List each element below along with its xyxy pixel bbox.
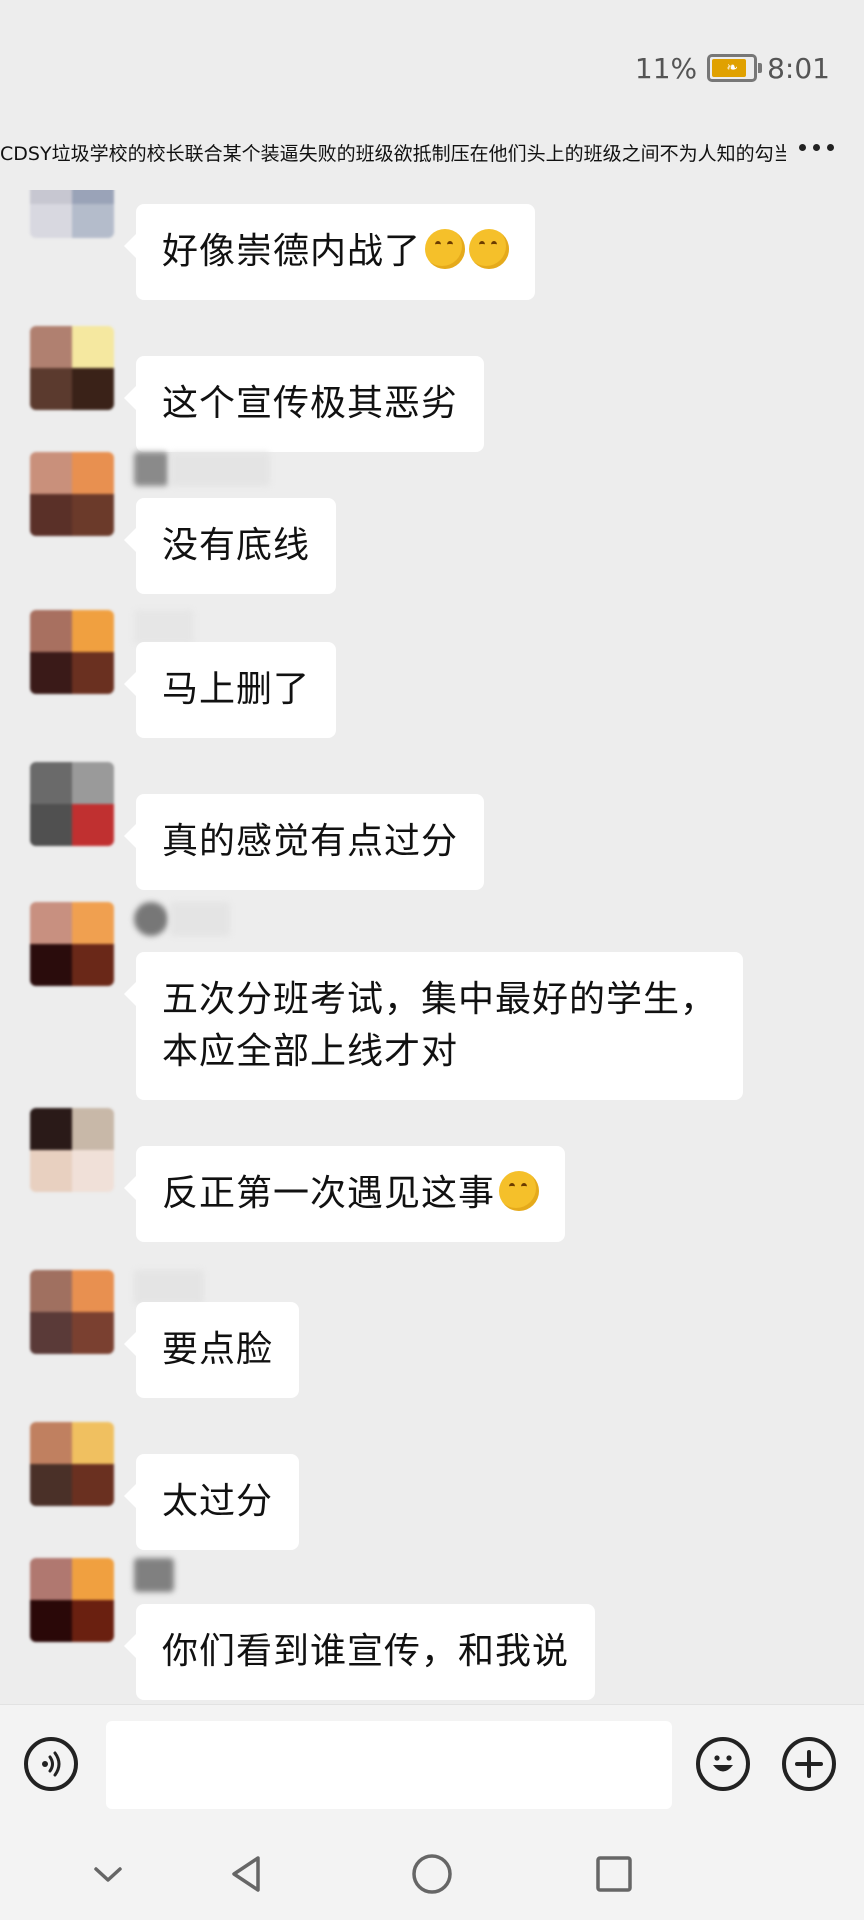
avatar[interactable] — [30, 452, 114, 536]
message-text-line: 五次分班考试，集中最好的学生， — [162, 979, 718, 1020]
nav-recents-button[interactable] — [584, 1848, 644, 1900]
sender-name — [134, 902, 168, 936]
chat-title: CDSY垃圾学校的校长联合某个装逼失败的班级欲抵制压在他们头上的班级之间不为人知… — [0, 142, 786, 165]
avatar[interactable] — [30, 1422, 114, 1506]
avatar[interactable] — [30, 1558, 114, 1642]
nav-down-button[interactable] — [78, 1848, 138, 1900]
system-navigation-bar — [0, 1828, 864, 1920]
nav-home-button[interactable] — [402, 1848, 462, 1900]
emoji-button[interactable] — [696, 1737, 750, 1791]
message-bubble[interactable]: 马上删了 — [123, 642, 337, 738]
message-text: 要点脸 — [162, 1329, 274, 1370]
avatar[interactable] — [30, 902, 114, 986]
sender-name — [134, 610, 194, 644]
message-text: 太过分 — [162, 1481, 274, 1522]
message-text: 马上删了 — [162, 669, 311, 710]
nav-home-icon — [412, 1854, 452, 1894]
message-list[interactable]: 好像崇德内战了 这个宣传极其恶劣 没有底线 马上删了 真的感觉有点过分 五次分班… — [0, 190, 864, 1702]
message-text: 好像崇德内战了 — [162, 231, 422, 272]
message-text-line: 本应全部上线才对 — [162, 1031, 459, 1072]
message-text: 反正第一次遇见这事 — [162, 1173, 496, 1214]
avatar[interactable] — [30, 1108, 114, 1192]
message-bubble[interactable]: 这个宣传极其恶劣 — [123, 356, 485, 452]
plus-icon — [795, 1750, 823, 1778]
thinking-emoji-icon — [499, 1171, 540, 1211]
message-text: 真的感觉有点过分 — [162, 821, 459, 862]
message-bubble[interactable]: 反正第一次遇见这事 — [123, 1146, 566, 1242]
sender-name — [134, 452, 168, 486]
avatar[interactable] — [30, 610, 114, 694]
sender-name — [134, 1270, 204, 1304]
sender-name — [134, 1558, 174, 1592]
add-button[interactable] — [782, 1737, 836, 1791]
message-bubble[interactable]: 真的感觉有点过分 — [123, 794, 485, 890]
more-options-icon[interactable] — [799, 144, 834, 151]
battery-percent: 11% — [634, 51, 698, 85]
input-bar — [0, 1704, 864, 1829]
sender-name — [170, 452, 270, 486]
message-text: 你们看到谁宣传，和我说 — [162, 1631, 570, 1672]
clock: 8:01 — [767, 51, 830, 85]
thinking-emoji-icon — [425, 229, 466, 269]
message-input[interactable] — [106, 1721, 672, 1809]
avatar[interactable] — [30, 326, 114, 410]
nav-back-icon — [232, 1856, 260, 1892]
nav-recents-icon — [596, 1856, 632, 1892]
message-bubble[interactable]: 你们看到谁宣传，和我说 — [123, 1604, 596, 1700]
voice-input-button[interactable] — [24, 1737, 78, 1791]
emoji-smile-icon — [713, 1755, 733, 1772]
avatar[interactable] — [30, 190, 114, 238]
nav-down-icon — [94, 1867, 122, 1882]
status-bar: 11% ❧ 8:01 — [0, 0, 864, 120]
message-text: 这个宣传极其恶劣 — [162, 383, 459, 424]
sender-name — [170, 902, 230, 936]
avatar[interactable] — [30, 1270, 114, 1354]
status-indicators: 11% ❧ 8:01 — [635, 48, 830, 88]
battery-saver-leaf-icon: ❧ — [726, 60, 738, 76]
message-bubble[interactable]: 没有底线 — [123, 498, 337, 594]
message-bubble[interactable]: 好像崇德内战了 — [123, 204, 536, 300]
avatar[interactable] — [30, 762, 114, 846]
message-bubble[interactable]: 太过分 — [123, 1454, 300, 1550]
chat-header: CDSY垃圾学校的校长联合某个装逼失败的班级欲抵制压在他们头上的班级之间不为人知… — [0, 130, 864, 174]
voice-icon — [42, 1751, 61, 1777]
message-text: 没有底线 — [162, 525, 311, 566]
message-bubble[interactable]: 五次分班考试，集中最好的学生， 本应全部上线才对 — [123, 952, 744, 1100]
thinking-emoji-icon — [469, 229, 510, 269]
message-bubble[interactable]: 要点脸 — [123, 1302, 300, 1398]
battery-icon: ❧ — [707, 54, 763, 82]
nav-back-button[interactable] — [216, 1848, 276, 1900]
